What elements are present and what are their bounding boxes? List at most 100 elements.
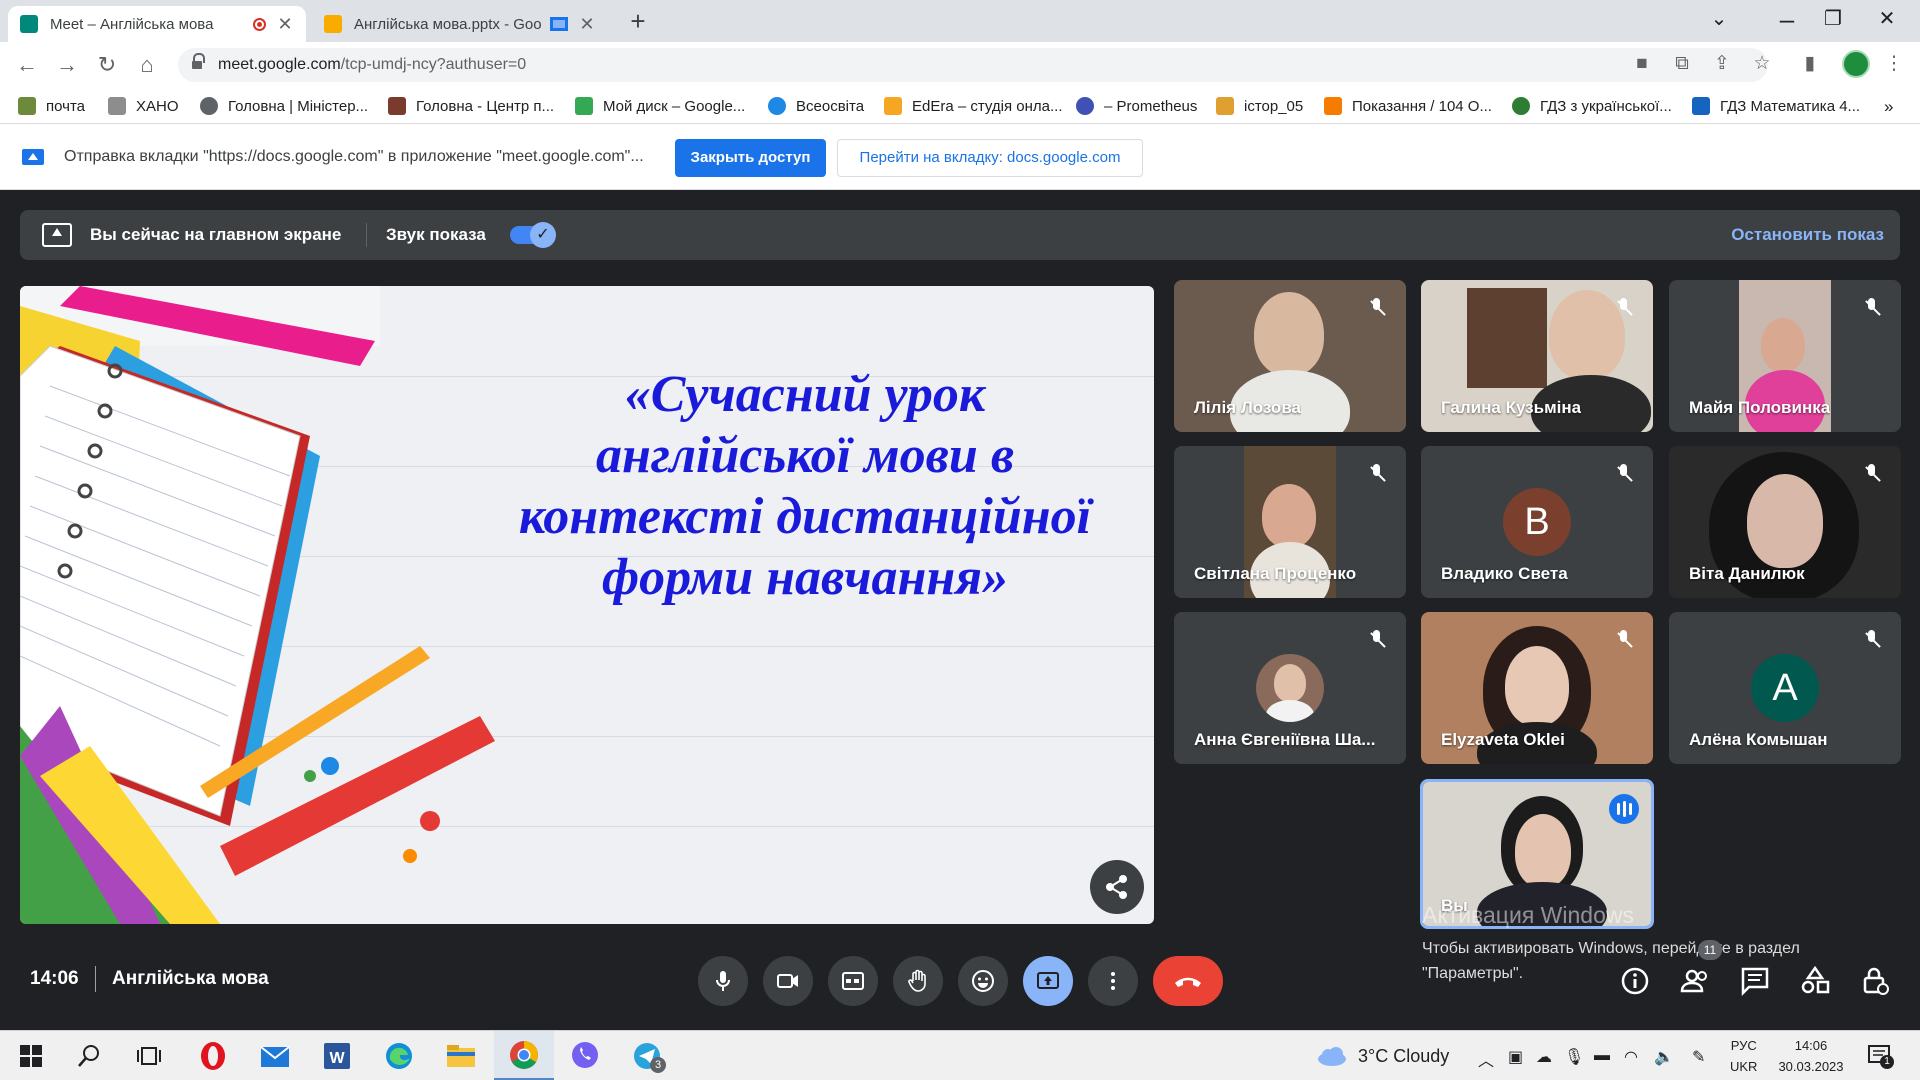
captions-button[interactable]	[828, 956, 878, 1006]
open-in-new-icon[interactable]: ⧉	[1668, 50, 1696, 78]
meet-favicon-icon	[20, 15, 38, 33]
casting-icon	[550, 17, 568, 31]
tab-search-icon[interactable]: ⌄	[1696, 4, 1742, 34]
bookmark-star-icon[interactable]: ☆	[1748, 50, 1776, 78]
bookmark-item[interactable]: ГДЗ Математика 4...	[1692, 97, 1860, 115]
close-tab-icon[interactable]: ✕	[578, 14, 596, 35]
chrome-taskbar-button[interactable]	[494, 1031, 554, 1080]
bookmark-item[interactable]: істор_05	[1216, 97, 1303, 115]
microphone-button[interactable]	[698, 956, 748, 1006]
mail-icon[interactable]	[258, 1039, 292, 1073]
maximize-button[interactable]: ❐	[1810, 4, 1856, 34]
present-now-button[interactable]	[1023, 956, 1073, 1006]
more-menu-icon[interactable]: ⋮	[1880, 50, 1908, 78]
lock-icon[interactable]	[192, 53, 205, 70]
windows-taskbar: W 3 3°C Cloudy ︿ ▣ ☁ 🎙 ▬ ◠ 🔈 ✎ РУС UKR 1…	[0, 1030, 1920, 1080]
stop-sharing-button[interactable]: Закрыть доступ	[675, 139, 826, 177]
divider	[95, 966, 96, 992]
input-language[interactable]: РУС UKR	[1730, 1035, 1757, 1077]
viber-icon[interactable]	[568, 1039, 602, 1073]
show-hidden-icons-icon[interactable]: ︿	[1478, 1047, 1494, 1071]
search-icon[interactable]	[72, 1039, 106, 1073]
address-bar[interactable]: meet.google.com/tcp-umdj-ncy?authuser=0	[178, 48, 1768, 82]
meeting-details-icon[interactable]	[1618, 964, 1652, 998]
participant-avatar: В	[1503, 488, 1571, 556]
activities-icon[interactable]	[1798, 964, 1832, 998]
back-button[interactable]: ←	[12, 50, 42, 80]
leave-call-button[interactable]	[1153, 956, 1223, 1006]
task-view-icon[interactable]	[132, 1039, 166, 1073]
forward-button[interactable]: →	[52, 50, 82, 80]
bookmark-item[interactable]: ГДЗ з української...	[1512, 97, 1672, 115]
bookmark-item[interactable]: Головна - Центр п...	[388, 97, 554, 115]
share-icon[interactable]: ⇪	[1708, 50, 1736, 78]
bookmark-item[interactable]: почта	[18, 97, 85, 115]
notification-center-button[interactable]: 1	[1866, 1043, 1894, 1069]
tab-meet[interactable]: Meet – Англійська мова ✕	[8, 6, 306, 42]
bookmark-item[interactable]: Головна | Міністер...	[200, 97, 368, 115]
bookmarks-overflow-button[interactable]: »	[1884, 97, 1893, 117]
bookmark-item[interactable]: ХАНО	[108, 97, 179, 115]
bookmark-item[interactable]: – Prometheus	[1076, 97, 1197, 115]
participant-tile[interactable]: А Алёна Комышан	[1669, 612, 1901, 764]
share-audio-toggle[interactable]: ✓	[510, 222, 556, 248]
weather-widget[interactable]: 3°C Cloudy	[1314, 1045, 1449, 1067]
battery-icon[interactable]: ▬	[1594, 1047, 1610, 1065]
bookmark-item[interactable]: Мой диск – Google...	[575, 97, 745, 115]
participant-tile[interactable]: Анна Євгеніївна Ша...	[1174, 612, 1406, 764]
slide-title-line: «Сучасний урок	[624, 366, 986, 423]
participant-tile[interactable]: Галина Кузьміна	[1421, 280, 1653, 432]
speaking-indicator-icon	[1609, 794, 1639, 824]
bookmark-item[interactable]: Показання / 104 О...	[1324, 97, 1492, 115]
bookmark-label: ГДЗ Математика 4...	[1720, 97, 1861, 115]
raise-hand-button[interactable]	[893, 956, 943, 1006]
go-to-tab-button[interactable]: Перейти на вкладку: docs.google.com	[837, 139, 1143, 177]
chat-icon[interactable]	[1738, 964, 1772, 998]
participant-tile[interactable]: Віта Данилюк	[1669, 446, 1901, 598]
camera-in-use-icon[interactable]: ■	[1628, 50, 1656, 78]
check-icon: ✓	[530, 222, 556, 248]
onedrive-icon[interactable]: ☁	[1536, 1047, 1552, 1067]
meet-tray-icon[interactable]: ▣	[1508, 1047, 1523, 1067]
participant-tile[interactable]: Майя Половинка	[1669, 280, 1901, 432]
participant-tile[interactable]: Elyzaveta Oklei	[1421, 612, 1653, 764]
screen-share-icon	[22, 149, 44, 165]
opera-icon[interactable]	[196, 1039, 230, 1073]
bookmark-item[interactable]: Всеосвіта	[768, 97, 864, 115]
volume-icon[interactable]: 🔈	[1654, 1047, 1674, 1067]
file-explorer-icon[interactable]	[444, 1039, 478, 1073]
home-button[interactable]: ⌂	[132, 50, 162, 80]
bookmark-item[interactable]: EdEra – студія онла...	[884, 97, 1063, 115]
share-layout-button[interactable]	[1090, 860, 1144, 914]
bookmark-icon	[388, 97, 406, 115]
telegram-button[interactable]: 3	[630, 1039, 666, 1073]
reload-button[interactable]: ↻	[92, 50, 122, 80]
more-options-button[interactable]	[1088, 956, 1138, 1006]
pen-icon[interactable]: ✎	[1692, 1047, 1705, 1067]
reactions-button[interactable]	[958, 956, 1008, 1006]
bookmark-label: Всеосвіта	[796, 97, 865, 115]
people-icon[interactable]	[1678, 964, 1712, 998]
camera-button[interactable]	[763, 956, 813, 1006]
tab-slides[interactable]: Англійська мова.pptx - Goo ✕	[312, 6, 608, 42]
stop-presenting-button[interactable]: Остановить показ	[1731, 225, 1884, 245]
edge-icon[interactable]	[382, 1039, 416, 1073]
side-panel-icon[interactable]: ▮	[1796, 50, 1824, 78]
participant-tile[interactable]: В Владико Света	[1421, 446, 1653, 598]
close-tab-icon[interactable]: ✕	[276, 14, 294, 35]
wifi-icon[interactable]: ◠	[1624, 1047, 1638, 1067]
participant-tile[interactable]: Лілія Лозова	[1174, 280, 1406, 432]
close-window-button[interactable]: ✕	[1864, 4, 1910, 34]
system-clock[interactable]: 14:06 30.03.2023	[1778, 1035, 1844, 1077]
new-tab-button[interactable]: +	[624, 6, 652, 36]
minimize-button[interactable]: –	[1764, 4, 1810, 34]
sharing-message: Отправка вкладки "https://docs.google.co…	[64, 148, 644, 165]
muted-mic-icon	[1615, 464, 1633, 486]
host-controls-icon[interactable]	[1858, 964, 1892, 998]
profile-avatar[interactable]	[1842, 50, 1870, 78]
muted-mic-icon	[1368, 630, 1386, 652]
mic-tray-icon[interactable]: 🎙	[1564, 1047, 1584, 1067]
participant-tile[interactable]: Світлана Проценко	[1174, 446, 1406, 598]
word-icon[interactable]: W	[320, 1039, 354, 1073]
windows-start-icon[interactable]	[14, 1039, 48, 1073]
